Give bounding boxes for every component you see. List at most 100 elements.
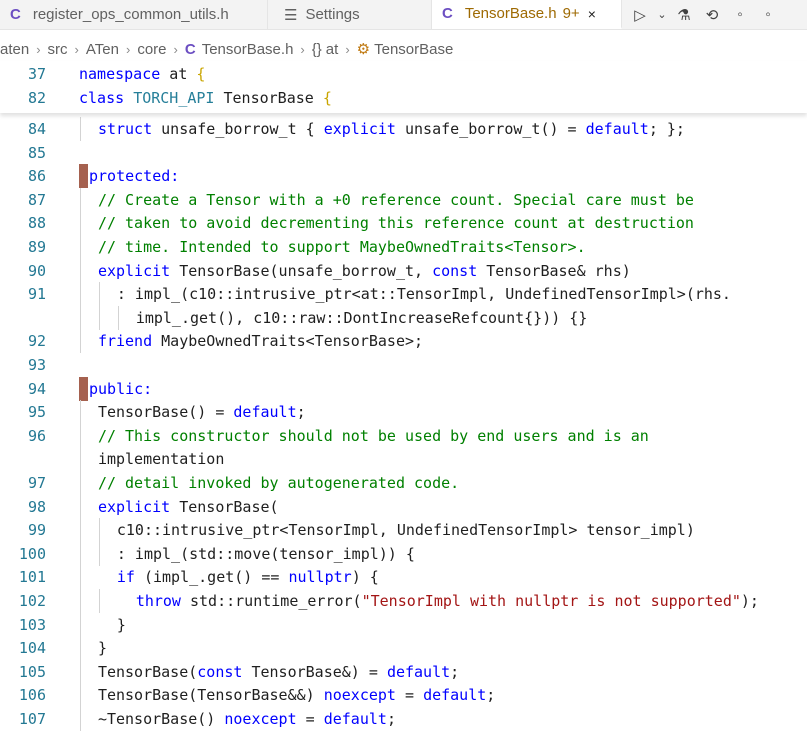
line-number: 95 (27, 403, 46, 422)
code-line[interactable]: 91 : impl_(c10::intrusive_ptr<at::TensorI… (0, 282, 807, 307)
chevron-right-icon: › (125, 41, 131, 57)
code-line[interactable]: 93 (0, 353, 807, 377)
code-text: // This constructor should not be used b… (97, 426, 649, 445)
breadcrumb-item[interactable]: aten (0, 41, 29, 58)
code-line[interactable]: 105 TensorBase(const TensorBase&) = defau… (0, 659, 807, 684)
settings-icon: ☰ (284, 6, 298, 24)
code-line[interactable]: 106 TensorBase(TensorBase&&) noexcept = d… (0, 683, 807, 708)
chevron-right-icon: › (74, 41, 79, 57)
indent-guide (80, 258, 81, 283)
code-editor[interactable]: 84 struct unsafe_borrow_t { explicit unsa… (0, 61, 807, 738)
indent-guide (80, 518, 81, 543)
code-text: TensorBase(TensorBase&&) noexcept = defa… (97, 686, 496, 705)
code-line[interactable]: 104} (0, 636, 807, 661)
line-number: 105 (18, 662, 46, 681)
line-number: 98 (27, 497, 46, 516)
go-forward-icon[interactable]: ◦ (754, 0, 782, 29)
code-line[interactable]: 86 protected: (0, 164, 807, 189)
indent-guide (80, 589, 81, 613)
tab-register-ops-common-utils[interactable]: C register_ops_common_utils.h (0, 0, 268, 29)
compare-icon[interactable]: ⟲ (698, 0, 726, 29)
code-text: } (116, 615, 126, 634)
code-line[interactable]: 85 (0, 141, 807, 165)
code-line[interactable]: implementation (0, 447, 807, 472)
editor-actions: ▷ ⌄ ⚗ ⟲ ◦ ◦ (626, 0, 782, 29)
line-number: 91 (27, 285, 46, 304)
code-text: // taken to avoid decrementing this refe… (97, 214, 694, 233)
line-number: 107 (18, 710, 46, 728)
flask-icon[interactable]: ⚗ (670, 0, 698, 29)
code-line[interactable]: 88 // taken to avoid decrementing this re… (0, 211, 807, 236)
code-line[interactable]: 90 explicit TensorBase(unsafe_borrow_t, c… (0, 258, 807, 283)
tab-tensorbase[interactable]: C TensorBase.h 9+ × (432, 0, 622, 29)
line-number: 93 (27, 356, 46, 374)
chevron-right-icon: › (300, 41, 305, 57)
code-text: TensorBase() = default; (97, 403, 306, 422)
line-number: 92 (27, 332, 46, 351)
tab-bar: C register_ops_common_utils.h ☰ Settings… (0, 0, 807, 30)
code-line[interactable]: 92 friend MaybeOwnedTraits<TensorBase>; (0, 329, 807, 354)
code-text: : impl_(c10::intrusive_ptr<at::TensorImp… (116, 285, 731, 304)
code-text: // detail invoked by autogenerated code. (97, 474, 460, 492)
access-specifier-marker (79, 376, 88, 401)
breadcrumb: aten › src › ATen › core › C TensorBase.… (0, 37, 453, 61)
code-text: ~TensorBase() noexcept = default; (97, 710, 396, 728)
code-text: // time. Intended to support MaybeOwnedT… (97, 238, 586, 256)
breadcrumb-item[interactable]: TensorBase (374, 41, 453, 58)
tab-label: register_ops_common_utils.h (32, 6, 229, 23)
code-line[interactable]: 84 struct unsafe_borrow_t { explicit unsa… (0, 117, 807, 141)
code-line[interactable]: impl_.get(), c10::raw::DontIncreaseRefco… (0, 305, 807, 330)
breadcrumb-item[interactable]: ATen (86, 41, 119, 58)
indent-guide (80, 659, 81, 684)
run-icon[interactable]: ▷ (626, 0, 654, 29)
code-text: throw std::runtime_error("TensorImpl wit… (135, 592, 759, 610)
code-line[interactable]: 101 if (impl_.get() == nullptr) { (0, 565, 807, 590)
indent-guide (80, 683, 81, 708)
code-text: protected: (89, 167, 180, 186)
sticky-scroll[interactable]: 37 namespace at {82 class TORCH_API Tensor… (0, 61, 807, 113)
code-line[interactable]: 99 c10::intrusive_ptr<TensorImpl, Undefin… (0, 518, 807, 543)
code-line[interactable]: 94 public: (0, 376, 807, 401)
sticky-line[interactable]: 82 class TORCH_API TensorBase { (0, 86, 807, 110)
line-number: 104 (18, 639, 46, 658)
code-text: TensorBase(const TensorBase&) = default; (97, 662, 460, 681)
indent-guide (80, 541, 81, 566)
code-line[interactable]: 103} (0, 612, 807, 637)
sticky-line[interactable]: 37 namespace at { (0, 62, 807, 86)
indent-guide (80, 612, 81, 637)
code-line[interactable]: 89 // time. Intended to support MaybeOwne… (0, 235, 807, 259)
chevron-down-icon[interactable]: ⌄ (654, 0, 670, 29)
line-number: 90 (27, 261, 46, 280)
code-line[interactable]: 98 explicit TensorBase( (0, 494, 807, 519)
code-line[interactable]: 95 TensorBase() = default; (0, 400, 807, 425)
namespace-icon: {} (311, 40, 322, 58)
tab-settings[interactable]: ☰ Settings (268, 0, 432, 29)
line-number: 84 (27, 120, 46, 138)
access-specifier-marker (79, 164, 88, 189)
indent-guide (80, 282, 81, 307)
code-text: : impl_(std::move(tensor_impl)) { (116, 544, 415, 563)
c-file-icon: C (184, 40, 196, 58)
breadcrumb-item[interactable]: TensorBase.h (202, 41, 294, 58)
code-line[interactable]: 107 ~TensorBase() noexcept = default; (0, 707, 807, 731)
code-text: explicit TensorBase( (97, 497, 279, 516)
code-line[interactable]: 96 // This constructor should not be used… (0, 423, 807, 448)
code-line[interactable]: 102 throw std::runtime_error("TensorImpl … (0, 589, 807, 613)
code-text: impl_.get(), c10::raw::DontIncreaseRefco… (135, 308, 588, 327)
class-icon: ⚙ (356, 41, 371, 58)
code-text: if (impl_.get() == nullptr) { (116, 568, 379, 587)
line-number: 99 (27, 521, 46, 540)
breadcrumb-item[interactable]: src (48, 41, 68, 58)
indent-guide (98, 282, 100, 307)
close-icon[interactable]: × (588, 6, 596, 22)
indent-guide (80, 400, 81, 425)
line-number: 101 (18, 568, 46, 587)
line-number: 102 (18, 592, 46, 610)
go-back-icon[interactable]: ◦ (726, 0, 754, 29)
code-line[interactable]: 100: impl_(std::move(tensor_impl)) { (0, 541, 807, 566)
breadcrumb-item[interactable]: core (137, 41, 166, 58)
code-line[interactable]: 87 // Create a Tensor with a +0 reference… (0, 187, 807, 212)
breadcrumb-item[interactable]: at (326, 41, 339, 58)
code-line[interactable]: 97 // detail invoked by autogenerated cod… (0, 471, 807, 495)
line-number: 89 (27, 238, 46, 256)
